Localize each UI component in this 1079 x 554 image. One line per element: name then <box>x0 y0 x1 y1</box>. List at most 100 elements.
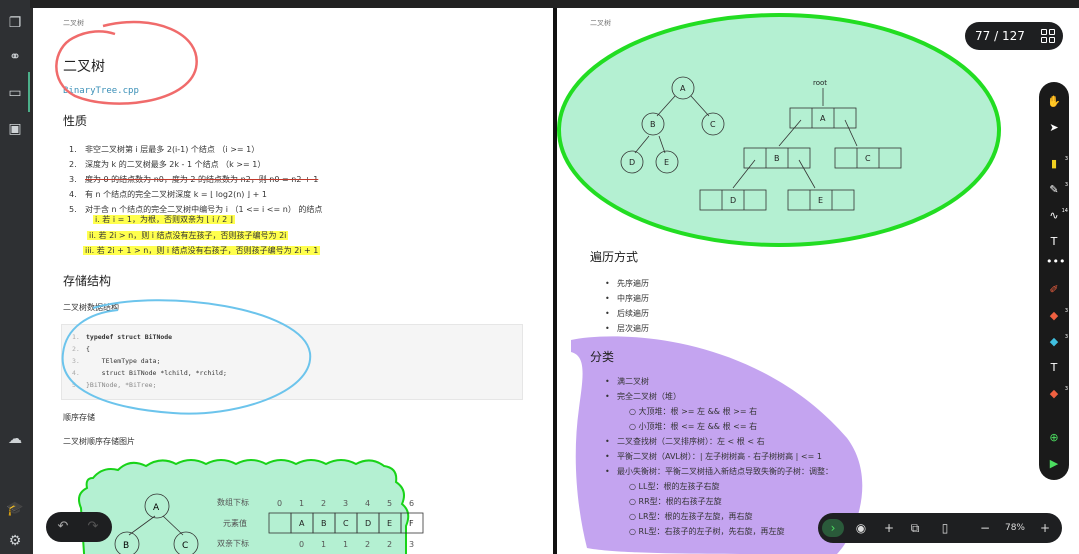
pointer-icon[interactable]: ➤ <box>1046 120 1062 136</box>
undo-icon[interactable]: ↶ <box>54 518 72 536</box>
linked-node-label: E <box>818 196 823 205</box>
tool-palette: ✋ ➤ ▮ 3 ✎ 3 ∿ 14 T ••• ✐ ◆ 3 ◆ 3 T ◆ 3 ⊕ ▶ <box>1039 82 1069 480</box>
chevron-right-icon[interactable]: › <box>822 519 844 537</box>
window-top-bar <box>30 0 1079 8</box>
card-icon[interactable]: ▭ <box>6 84 24 102</box>
category-heading: 分类 <box>590 350 615 364</box>
list-item: • 先序遍历 <box>605 279 649 288</box>
zoom-in-icon[interactable]: + <box>1036 519 1054 537</box>
array-parent: 1 <box>321 540 326 549</box>
tree-node-label: D <box>629 158 635 167</box>
cloud-icon[interactable]: ☁ <box>6 430 24 448</box>
tree-node-label: C <box>710 120 716 129</box>
grid-view-icon[interactable] <box>1041 29 1055 43</box>
array-parent: 0 <box>299 540 304 549</box>
array-value: D <box>365 519 371 528</box>
linked-node-label: B <box>774 154 780 163</box>
page-indicator[interactable]: 77 / 127 <box>965 22 1063 50</box>
list-item: ○ RR型：根的右孩子左旋 <box>629 497 722 506</box>
list-item: • 平衡二叉树（AVL树）：| 左子树树高 - 右子树树高 | <= 1 <box>605 452 822 461</box>
text-tool-icon[interactable]: T <box>1046 234 1062 250</box>
zoom-out-icon[interactable]: − <box>976 519 994 537</box>
category-list: • 满二叉树 • 完全二叉树（堆） <box>605 374 681 404</box>
root-label: root <box>813 79 827 87</box>
array-parent: 2 <box>365 540 370 549</box>
wave-pen-icon[interactable]: ∿ 14 <box>1046 208 1068 224</box>
parent-label: 双亲下标 <box>217 538 249 548</box>
list-item: • 最小失衡树：平衡二叉树插入新结点导致失衡的子树：调整： <box>605 467 833 476</box>
redo-icon[interactable]: ↷ <box>84 518 102 536</box>
list-item: • 层次遍历 <box>605 324 649 333</box>
tree-node-label: B <box>650 120 656 129</box>
tree-node-label: C <box>182 541 188 551</box>
binoculars-icon[interactable]: ⚭ <box>6 48 24 66</box>
rotation-sublist: ○ LL型：根的左孩子右旋 ○ RR型：根的右孩子左旋 ○ LR型：根的左孩子左… <box>629 479 785 539</box>
array-index: 0 <box>277 499 282 508</box>
list-item: • 二叉查找树（二叉排序树）：左 < 根 < 右 <box>605 437 765 446</box>
traversal-heading: 遍历方式 <box>590 250 639 264</box>
list-item: ○ RL型：右孩子的左子树，先右旋，再左旋 <box>629 527 785 536</box>
list-item: ○ 大顶堆：根 >= 左 && 根 >= 右 <box>629 407 758 416</box>
tree-node-label: A <box>153 503 160 513</box>
array-value: E <box>387 519 392 528</box>
array-index: 4 <box>365 499 370 508</box>
traversal-list: • 先序遍历 • 中序遍历 • 后续遍历 • 层次遍历 <box>605 276 649 336</box>
list-item: ○ LL型：根的左孩子右旋 <box>629 482 720 491</box>
add-page-icon[interactable]: + <box>880 519 898 537</box>
left-page[interactable]: 二叉树 二叉树 BinaryTree.cpp 性质 1. 非空二叉树第 i 层最多… <box>33 8 553 554</box>
array-index: 5 <box>387 499 392 508</box>
array-index: 3 <box>343 499 348 508</box>
marker-icon[interactable]: ✐ <box>1046 282 1062 298</box>
array-parent: 1 <box>343 540 348 549</box>
linked-node-label: A <box>820 114 826 123</box>
record-icon[interactable]: ▶ <box>1046 456 1062 472</box>
shape-icon[interactable]: ◆ 3 <box>1046 334 1068 350</box>
tree-node-label: B <box>123 541 129 551</box>
pencil-icon[interactable]: ✎ 3 <box>1046 182 1068 198</box>
pages-icon[interactable]: ❐ <box>6 14 24 32</box>
list-item: ○ 小顶堆：根 <= 左 && 根 <= 右 <box>629 422 758 431</box>
app-sidebar: ❐ ⚭ ▭ ▣ ☁ 🎓 ⚙ <box>0 0 30 554</box>
annotation-red-circle <box>55 20 198 105</box>
save-icon[interactable]: ▣ <box>6 120 24 138</box>
annotation-green-ellipse <box>557 13 1001 247</box>
highlighter-icon[interactable]: ▮ 3 <box>1046 156 1068 172</box>
list-item: • 完全二叉树（堆） <box>605 392 681 401</box>
array-value: A <box>299 519 305 528</box>
zoom-level: 78% <box>1004 523 1025 533</box>
list-item: • 后续遍历 <box>605 309 649 318</box>
layers-icon[interactable]: ⧉ <box>906 519 924 537</box>
array-parent: 3 <box>409 540 414 549</box>
eraser-icon[interactable]: ◆ 3 <box>1046 308 1068 324</box>
array-index: 2 <box>321 499 326 508</box>
tree-node-label: E <box>664 158 669 167</box>
array-value: C <box>343 519 349 528</box>
brush-icon[interactable]: ◆ 3 <box>1046 386 1068 402</box>
tree-node-label: A <box>680 84 686 93</box>
array-value: F <box>409 519 414 528</box>
value-label: 元素值 <box>223 518 247 528</box>
annotation-layer-left: A B C 数组下标 元素值 双亲下标 0 1 2 3 4 5 6 A B C D E F 0 1 1 2 2… <box>55 20 424 554</box>
graduation-icon[interactable]: 🎓 <box>6 500 24 518</box>
add-icon[interactable]: ⊕ <box>1046 430 1062 446</box>
list-item: ○ LR型：根的左孩子左旋，再右旋 <box>629 512 753 521</box>
array-parent: 2 <box>387 540 392 549</box>
linked-node-label: D <box>730 196 736 205</box>
array-value: B <box>321 519 327 528</box>
annotation-blue-circle <box>61 299 312 415</box>
hand-icon[interactable]: ✋ <box>1046 94 1062 110</box>
heap-sublist: ○ 大顶堆：根 >= 左 && 根 >= 右 ○ 小顶堆：根 <= 左 && 根… <box>629 404 757 434</box>
eye-icon[interactable]: ◉ <box>852 519 870 537</box>
undo-redo-bar: ↶ ↷ <box>46 512 112 542</box>
list-item: • 满二叉树 <box>605 377 649 386</box>
array-index: 6 <box>409 499 414 508</box>
gear-icon[interactable]: ⚙ <box>6 532 24 550</box>
array-index: 1 <box>299 499 304 508</box>
text-icon[interactable]: T <box>1046 360 1062 376</box>
linked-node-label: C <box>865 154 871 163</box>
more-icon[interactable]: ••• <box>1046 254 1065 270</box>
document-icon[interactable]: ▯ <box>936 519 954 537</box>
right-page[interactable]: 二叉树 A B C D E root A B C D E 遍历方式 • 先序遍历… <box>557 8 1079 554</box>
active-indicator <box>28 72 30 112</box>
index-label: 数组下标 <box>217 497 249 507</box>
